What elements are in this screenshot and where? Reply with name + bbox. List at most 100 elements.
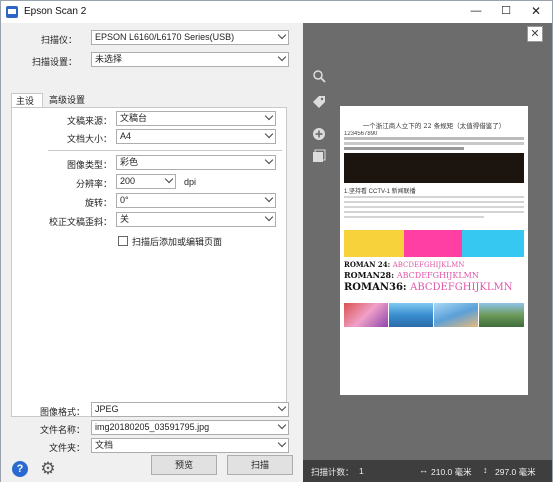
roman-36-label: ROMAN36:	[344, 282, 407, 293]
roman-24-line: ROMAN 24: ABCDEFGHIJKLMN	[344, 260, 464, 269]
doc-source-label: 文稿来源：	[66, 116, 112, 126]
preview-photo	[479, 303, 524, 327]
preview-text-line	[344, 147, 464, 150]
preview-paragraph-line	[344, 201, 524, 203]
gear-icon[interactable]: ⚙	[39, 460, 57, 478]
doc-size-value: A4	[120, 131, 132, 141]
scan-settings-select[interactable]: 未选择	[91, 52, 289, 67]
chevron-down-icon	[264, 111, 274, 121]
preview-photo	[389, 303, 433, 327]
chevron-down-icon	[277, 402, 287, 412]
image-type-select[interactable]: 彩色	[116, 155, 276, 170]
preview-photo	[434, 303, 478, 327]
image-format-select[interactable]: JPEG	[91, 402, 289, 417]
roman-36-sample: ABCDEFGHIJKLMN	[410, 282, 513, 293]
chevron-down-icon	[264, 212, 274, 222]
preview-text-line	[344, 137, 524, 140]
roman-24-sample: ABCDEFGHIJKLMN	[392, 261, 465, 269]
preview-photo	[344, 303, 388, 327]
rotate-select[interactable]: 0°	[116, 193, 276, 208]
folder-value: 文档	[95, 440, 114, 450]
preview-dark-band	[344, 153, 524, 183]
image-format-value: JPEG	[95, 404, 119, 414]
yellow-swatch	[344, 230, 404, 257]
tab-advanced-settings[interactable]: 高级设置	[45, 93, 91, 108]
doc-size-label: 文档大小：	[66, 134, 112, 144]
chevron-down-icon	[264, 129, 274, 139]
scan-count-label: 扫描计数：	[311, 467, 354, 477]
preview-paragraph-line	[344, 196, 524, 198]
preview-section-heading: 1.坚持看 CCTV-1 新闻联播	[344, 189, 416, 195]
scan-count-value: 1	[359, 466, 364, 476]
title-bar: Epson Scan 2 — ☐ ✕	[1, 1, 552, 23]
doc-source-select[interactable]: 文稿台	[116, 111, 276, 126]
roman-24-label: ROMAN 24:	[344, 260, 391, 269]
roman-28-line: ROMAN28: ABCDEFGHIJKLMN	[344, 270, 479, 280]
chevron-down-icon	[277, 420, 287, 430]
resolution-label: 分辨率：	[75, 179, 112, 189]
add-edit-pages-label: 扫描后添加或编辑页面	[132, 237, 223, 247]
help-icon[interactable]: ?	[12, 461, 28, 477]
roman-28-sample: ABCDEFGHIJKLMN	[396, 271, 479, 280]
roman-28-label: ROMAN28:	[344, 270, 395, 280]
filename-select[interactable]: img20180205_03591795.jpg	[91, 420, 289, 435]
chevron-down-icon	[277, 438, 287, 448]
image-type-label: 图像类型：	[66, 160, 112, 170]
width-icon: ↔	[419, 465, 428, 475]
maximize-button[interactable]: ☐	[491, 1, 521, 23]
preview-paragraph-line	[344, 216, 484, 218]
preview-doc-title: 一个浙江商人立下的 22 条规矩（太值得借鉴了）	[362, 122, 506, 130]
preview-panel: ✕ 一个浙江商人立下的 22 条规矩（太值得借鉴了） 1234567890 1.…	[303, 23, 552, 482]
chevron-down-icon	[277, 52, 287, 62]
main-settings-panel: 文稿来源： 文稿台 文档大小： A4 图像类型： 彩色 分辨率： 200 dpi	[11, 107, 287, 417]
height-icon: ↕	[483, 465, 488, 475]
preview-text-line	[344, 142, 524, 145]
scan-settings-value: 未选择	[95, 54, 123, 64]
magenta-swatch	[404, 230, 462, 257]
zoom-icon[interactable]	[311, 69, 327, 85]
tab-main-settings[interactable]: 主设置	[11, 93, 43, 120]
filename-value: img20180205_03591795.jpg	[95, 422, 210, 432]
image-type-value: 彩色	[120, 157, 139, 167]
tag-icon[interactable]	[311, 95, 327, 111]
skew-correction-label: 校正文稿歪斜：	[48, 217, 112, 227]
cyan-swatch	[462, 230, 524, 257]
chevron-down-icon	[264, 155, 274, 165]
status-bar: 扫描计数： 1 ↔ 210.0 毫米 ↕ 297.0 毫米	[303, 460, 552, 482]
folder-label: 文件夹：	[48, 443, 85, 453]
skew-correction-select[interactable]: 关	[116, 212, 276, 227]
close-icon[interactable]: ✕	[527, 26, 543, 42]
scanner-select[interactable]: EPSON L6160/L6170 Series(USB)	[91, 30, 289, 45]
close-window-button[interactable]: ✕	[521, 1, 551, 23]
resolution-select[interactable]: 200	[116, 174, 176, 189]
preview-button[interactable]: 预览	[151, 455, 217, 475]
plus-circle-icon[interactable]	[311, 127, 327, 143]
rotate-label: 旋转：	[84, 198, 112, 208]
epson-scan-window: Epson Scan 2 — ☐ ✕ 扫描仪： EPSON L6160/L617…	[0, 0, 553, 482]
minimize-button[interactable]: —	[461, 1, 491, 23]
chevron-down-icon	[164, 174, 174, 184]
image-format-label: 图像格式：	[39, 407, 85, 417]
filename-label: 文件名称：	[39, 425, 85, 435]
chevron-down-icon	[277, 30, 287, 40]
scan-height: 297.0 毫米	[495, 467, 536, 477]
resolution-value: 200	[120, 176, 136, 186]
settings-panel: 扫描仪： EPSON L6160/L6170 Series(USB) 扫描设置：…	[1, 23, 303, 482]
folder-select[interactable]: 文档	[91, 438, 289, 453]
rotate-value: 0°	[120, 195, 129, 205]
add-edit-pages-checkbox[interactable]	[118, 236, 128, 246]
scanner-value: EPSON L6160/L6170 Series(USB)	[95, 32, 235, 42]
layers-icon[interactable]	[311, 149, 327, 165]
doc-size-select[interactable]: A4	[116, 129, 276, 144]
scan-preview-page: 一个浙江商人立下的 22 条规矩（太值得借鉴了） 1234567890 1.坚持…	[340, 106, 528, 395]
scan-width: 210.0 毫米	[431, 467, 472, 477]
scan-settings-label: 扫描设置：	[31, 57, 77, 67]
scan-button[interactable]: 扫描	[227, 455, 293, 475]
divider	[48, 150, 282, 151]
preview-paragraph-line	[344, 206, 524, 208]
doc-source-value: 文稿台	[120, 113, 148, 123]
preview-paragraph-line	[344, 211, 524, 213]
window-title: Epson Scan 2	[24, 6, 87, 17]
scanner-label: 扫描仪：	[40, 35, 77, 45]
epson-app-icon	[6, 6, 18, 18]
